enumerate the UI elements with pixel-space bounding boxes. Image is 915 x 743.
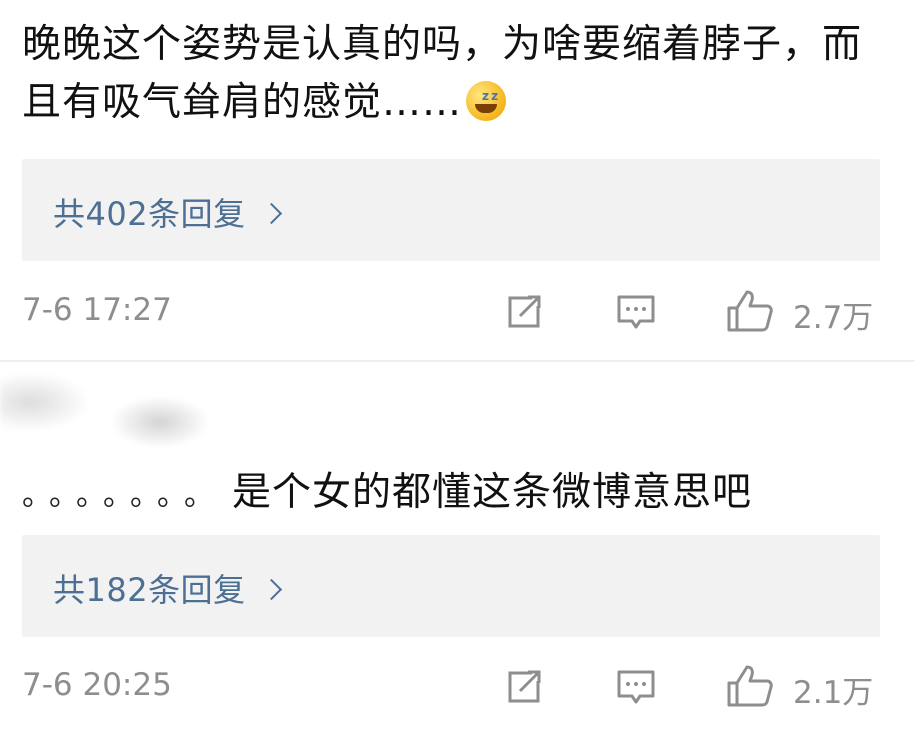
like-icon[interactable] [725, 288, 775, 334]
comment-text: 晚晚这个姿势是认真的吗，为啥要缩着脖子，而且有吸气耸肩的感觉…… [22, 16, 892, 132]
comment-meta: 7-6 17:27 2.7万 [22, 288, 892, 338]
like-count: 2.1万 [793, 675, 874, 711]
reply-summary-box[interactable]: 共182条回复 [22, 535, 880, 637]
chevron-right-icon [260, 202, 282, 225]
redacted-username [0, 372, 280, 452]
view-replies-link[interactable]: 共402条回复 [53, 189, 282, 235]
comment-icon[interactable] [614, 290, 658, 334]
comment-timestamp: 7-6 20:25 [22, 667, 172, 703]
comment-item: 晚晚这个姿势是认真的吗，为啥要缩着脖子，而且有吸气耸肩的感觉…… 共402条回复… [0, 0, 915, 360]
like-count: 2.7万 [793, 300, 874, 336]
share-icon[interactable] [502, 665, 546, 709]
comment-meta: 7-6 20:25 2.1万 [22, 663, 892, 713]
like-icon[interactable] [725, 663, 775, 709]
share-icon[interactable] [502, 290, 546, 334]
comment-text: 。。。。。。。 是个女的都懂这条微博意思吧 [22, 470, 753, 515]
reply-summary-box[interactable]: 共402条回复 [22, 159, 880, 261]
comment-item: 。。。。。。。 是个女的都懂这条微博意思吧 共182条回复 7-6 20:25 2… [0, 360, 915, 743]
comment-timestamp: 7-6 17:27 [22, 292, 172, 328]
sweat-smile-emoji-icon [466, 67, 507, 125]
view-replies-link[interactable]: 共182条回复 [53, 565, 282, 611]
comment-icon[interactable] [614, 665, 658, 709]
chevron-right-icon [260, 578, 282, 601]
